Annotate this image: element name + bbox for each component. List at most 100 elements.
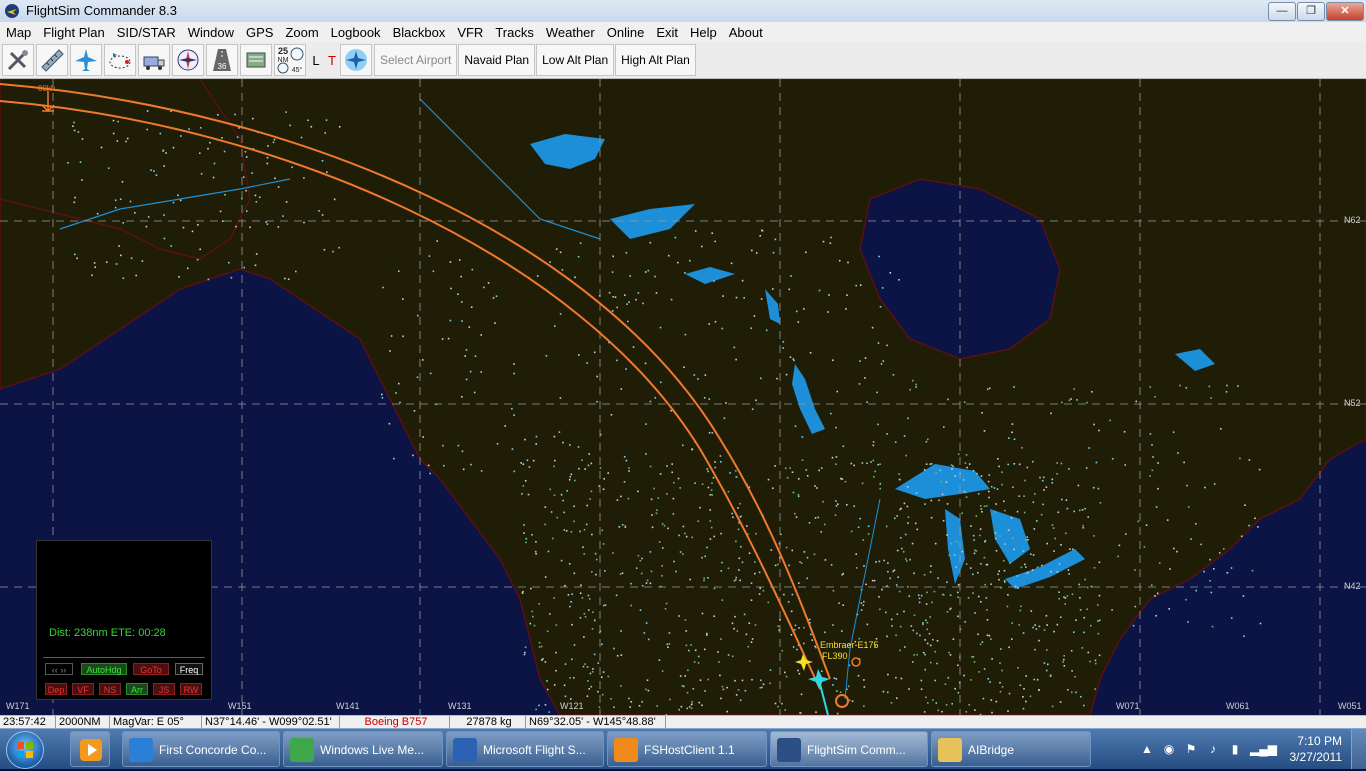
task-aibridge[interactable]: AIBridge bbox=[931, 731, 1091, 767]
airport-dot bbox=[934, 650, 936, 653]
airport-dot bbox=[708, 431, 711, 434]
airport-dot bbox=[741, 279, 744, 282]
airport-dot bbox=[704, 690, 706, 692]
airport-dot bbox=[191, 230, 194, 233]
airport-dot bbox=[1149, 386, 1152, 388]
js-button[interactable]: JS bbox=[153, 683, 175, 695]
menu-exit[interactable]: Exit bbox=[650, 25, 684, 40]
airport-dot bbox=[788, 288, 791, 291]
task-flight-simulator[interactable]: Microsoft Flight S... bbox=[446, 731, 604, 767]
menu-online[interactable]: Online bbox=[601, 25, 651, 40]
task-flightsim-commander[interactable]: FlightSim Comm... bbox=[770, 731, 928, 767]
ruler-icon[interactable] bbox=[36, 44, 68, 76]
airport-dot bbox=[613, 706, 615, 708]
task-windows-live[interactable]: Windows Live Me... bbox=[283, 731, 443, 767]
menu-weather[interactable]: Weather bbox=[540, 25, 601, 40]
menu-window[interactable]: Window bbox=[182, 25, 240, 40]
airport-dot bbox=[545, 355, 548, 357]
task-fshostclient[interactable]: FSHostClient 1.1 bbox=[607, 731, 767, 767]
autohdg-button[interactable]: AutoHdg bbox=[81, 663, 127, 675]
power-icon[interactable]: ▮ bbox=[1228, 742, 1242, 756]
menu-blackbox[interactable]: Blackbox bbox=[387, 25, 452, 40]
dep-button[interactable]: Dep bbox=[45, 683, 67, 695]
compass-icon[interactable] bbox=[172, 44, 204, 76]
menu-zoom[interactable]: Zoom bbox=[279, 25, 324, 40]
airport-dot bbox=[462, 468, 465, 471]
airport-dot bbox=[1024, 479, 1026, 482]
ns-button[interactable]: NS bbox=[99, 683, 121, 695]
menu-flight-plan[interactable]: Flight Plan bbox=[37, 25, 110, 40]
airport-dot bbox=[645, 453, 647, 455]
start-button[interactable] bbox=[6, 731, 44, 769]
airport-dot bbox=[1022, 632, 1025, 634]
airport-dot bbox=[1077, 484, 1080, 487]
airport-dot bbox=[899, 649, 901, 652]
airport-dot bbox=[885, 525, 888, 528]
internet-explorer-icon bbox=[129, 738, 153, 762]
airport-dot bbox=[524, 480, 527, 482]
route-icon[interactable] bbox=[104, 44, 136, 76]
menu-gps[interactable]: GPS bbox=[240, 25, 279, 40]
arr-button[interactable]: Arr bbox=[126, 683, 148, 695]
runway-icon[interactable]: 36 bbox=[206, 44, 238, 76]
airport-dot bbox=[1090, 585, 1093, 588]
airport-dot bbox=[1226, 572, 1229, 574]
airport-dot bbox=[650, 498, 653, 501]
airport-dot bbox=[976, 472, 978, 475]
airport-dot bbox=[1031, 569, 1034, 571]
show-hidden-icons-icon[interactable]: ▲ bbox=[1140, 742, 1154, 756]
airport-dot bbox=[1086, 401, 1088, 404]
signal-icon[interactable]: ▂▄▆ bbox=[1250, 742, 1277, 756]
select-airport-button[interactable]: Select Airport bbox=[374, 44, 458, 76]
maximize-button[interactable]: ❐ bbox=[1297, 2, 1325, 21]
airport-dot bbox=[583, 612, 586, 615]
airplane-icon[interactable] bbox=[70, 44, 102, 76]
fuel-truck-icon[interactable] bbox=[138, 44, 170, 76]
airport-dot bbox=[1098, 619, 1101, 622]
low-alt-plan-button[interactable]: Low Alt Plan bbox=[536, 44, 615, 76]
media-player-quicklaunch[interactable] bbox=[70, 731, 110, 767]
show-desktop-button[interactable] bbox=[1351, 729, 1366, 769]
rw-button[interactable]: RW bbox=[180, 683, 202, 695]
task-first-concorde[interactable]: First Concorde Co... bbox=[122, 731, 280, 767]
menu-logbook[interactable]: Logbook bbox=[325, 25, 387, 40]
navaid-plan-button[interactable]: Navaid Plan bbox=[458, 44, 536, 76]
menu-help[interactable]: Help bbox=[684, 25, 723, 40]
airport-dot bbox=[774, 702, 777, 705]
menu-sid-star[interactable]: SID/STAR bbox=[111, 25, 182, 40]
airport-dot bbox=[870, 461, 872, 463]
network-drive-icon[interactable]: ◉ bbox=[1162, 742, 1176, 756]
airport-dot bbox=[925, 619, 927, 622]
menu-about[interactable]: About bbox=[723, 25, 769, 40]
airport-dot bbox=[523, 532, 525, 534]
prev-next-arrows-icon[interactable]: ‹‹ ›› bbox=[45, 663, 73, 675]
scale-icon[interactable] bbox=[240, 44, 272, 76]
menu-vfr[interactable]: VFR bbox=[451, 25, 489, 40]
airport-dot bbox=[1210, 397, 1212, 399]
freq-button[interactable]: Freq bbox=[175, 663, 203, 675]
tools-icon[interactable] bbox=[2, 44, 34, 76]
clock-time[interactable]: 7:10 PM bbox=[1297, 734, 1342, 748]
close-button[interactable]: ✕ bbox=[1326, 2, 1364, 21]
menu-tracks[interactable]: Tracks bbox=[489, 25, 540, 40]
airport-dot bbox=[922, 623, 924, 626]
airport-dot bbox=[1143, 546, 1146, 548]
goto-button[interactable]: GoTo bbox=[133, 663, 169, 675]
airport-dot bbox=[991, 658, 993, 660]
layer-l-toggle[interactable]: L bbox=[308, 44, 324, 76]
vf-button[interactable]: VF bbox=[72, 683, 94, 695]
action-center-icon[interactable]: ⚑ bbox=[1184, 742, 1198, 756]
menu-map[interactable]: Map bbox=[0, 25, 37, 40]
layer-t-toggle[interactable]: T bbox=[324, 44, 340, 76]
range-rings-icon[interactable]: 25 NM 45° bbox=[274, 44, 306, 76]
airport-dot bbox=[911, 542, 914, 545]
airport-dot bbox=[1093, 423, 1095, 426]
volume-icon[interactable]: ♪ bbox=[1206, 742, 1220, 756]
clock-date[interactable]: 3/27/2011 bbox=[1290, 750, 1343, 764]
airport-dot bbox=[736, 630, 739, 632]
minimize-button[interactable]: — bbox=[1268, 2, 1296, 21]
airport-dot bbox=[620, 630, 622, 632]
airport-plane-icon[interactable] bbox=[340, 44, 372, 76]
high-alt-plan-button[interactable]: High Alt Plan bbox=[615, 44, 696, 76]
airport-dot bbox=[165, 152, 167, 154]
